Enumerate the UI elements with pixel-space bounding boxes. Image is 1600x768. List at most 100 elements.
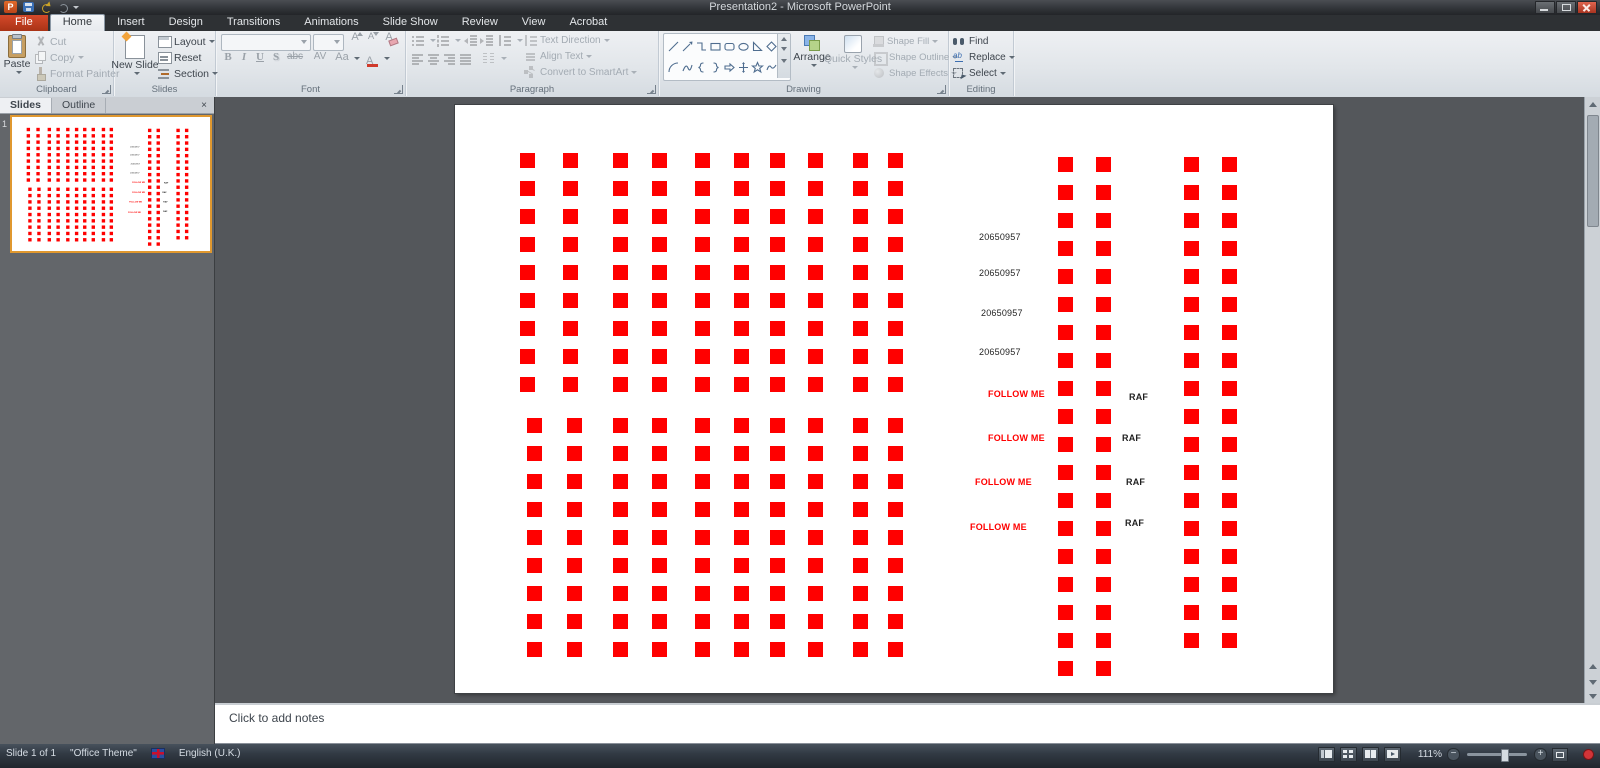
red-square-shape[interactable] bbox=[66, 165, 70, 170]
red-square-shape[interactable] bbox=[695, 502, 710, 517]
red-square-shape[interactable] bbox=[26, 127, 31, 132]
red-square-shape[interactable] bbox=[770, 558, 785, 573]
red-square-shape[interactable] bbox=[652, 153, 667, 168]
red-square-shape[interactable] bbox=[613, 265, 628, 280]
red-square-shape[interactable] bbox=[83, 153, 87, 157]
red-square-shape[interactable] bbox=[56, 134, 60, 138]
red-square-shape[interactable] bbox=[1058, 353, 1073, 368]
red-square-shape[interactable] bbox=[613, 181, 628, 196]
red-square-shape[interactable] bbox=[91, 238, 95, 242]
red-square-shape[interactable] bbox=[91, 140, 95, 144]
red-square-shape[interactable] bbox=[1058, 577, 1073, 592]
red-square-shape[interactable] bbox=[83, 193, 87, 198]
red-square-shape[interactable] bbox=[47, 172, 52, 176]
red-square-shape[interactable] bbox=[695, 530, 710, 545]
shape-rounded-rect-icon[interactable] bbox=[722, 37, 736, 55]
red-square-shape[interactable] bbox=[652, 474, 667, 489]
red-square-shape[interactable] bbox=[28, 212, 32, 217]
red-square-shape[interactable] bbox=[613, 237, 628, 252]
red-square-shape[interactable] bbox=[734, 349, 749, 364]
red-square-shape[interactable] bbox=[888, 293, 903, 308]
red-square-shape[interactable] bbox=[184, 204, 189, 208]
red-square-shape[interactable] bbox=[37, 206, 41, 210]
red-square-shape[interactable] bbox=[74, 206, 79, 210]
slide-text[interactable]: RAF bbox=[163, 201, 167, 203]
close-pane-icon[interactable]: × bbox=[198, 100, 210, 112]
red-square-shape[interactable] bbox=[613, 642, 628, 657]
red-square-shape[interactable] bbox=[1184, 381, 1199, 396]
red-square-shape[interactable] bbox=[28, 231, 32, 236]
red-square-shape[interactable] bbox=[184, 141, 189, 145]
red-square-shape[interactable] bbox=[56, 193, 60, 198]
next-slide-button[interactable] bbox=[1585, 675, 1600, 689]
red-square-shape[interactable] bbox=[652, 530, 667, 545]
red-square-shape[interactable] bbox=[613, 321, 628, 336]
red-square-shape[interactable] bbox=[83, 165, 87, 170]
red-square-shape[interactable] bbox=[652, 446, 667, 461]
red-square-shape[interactable] bbox=[66, 206, 70, 210]
red-square-shape[interactable] bbox=[83, 178, 87, 182]
red-square-shape[interactable] bbox=[1096, 185, 1111, 200]
red-square-shape[interactable] bbox=[91, 212, 95, 217]
red-square-shape[interactable] bbox=[83, 140, 87, 144]
red-square-shape[interactable] bbox=[109, 212, 114, 217]
red-square-shape[interactable] bbox=[853, 474, 868, 489]
new-slide-button[interactable]: New Slide bbox=[111, 33, 159, 75]
slide-text[interactable]: 20650957 bbox=[130, 154, 139, 156]
red-square-shape[interactable] bbox=[1058, 661, 1073, 676]
red-square-shape[interactable] bbox=[37, 200, 41, 204]
slide-text[interactable]: RAF bbox=[163, 210, 167, 212]
red-square-shape[interactable] bbox=[147, 166, 152, 170]
red-square-shape[interactable] bbox=[74, 140, 79, 144]
red-square-shape[interactable] bbox=[147, 242, 152, 246]
red-square-shape[interactable] bbox=[83, 238, 87, 242]
red-square-shape[interactable] bbox=[147, 198, 152, 202]
font-dialog-launcher-icon[interactable] bbox=[394, 85, 403, 94]
red-square-shape[interactable] bbox=[66, 153, 70, 157]
red-square-shape[interactable] bbox=[109, 187, 114, 191]
red-square-shape[interactable] bbox=[1184, 325, 1199, 340]
red-square-shape[interactable] bbox=[91, 225, 95, 229]
red-square-shape[interactable] bbox=[74, 238, 79, 242]
red-square-shape[interactable] bbox=[101, 225, 106, 229]
red-square-shape[interactable] bbox=[101, 193, 106, 198]
red-square-shape[interactable] bbox=[652, 209, 667, 224]
red-square-shape[interactable] bbox=[156, 172, 160, 177]
red-square-shape[interactable] bbox=[83, 159, 87, 163]
red-square-shape[interactable] bbox=[695, 418, 710, 433]
red-square-shape[interactable] bbox=[1184, 605, 1199, 620]
red-square-shape[interactable] bbox=[147, 153, 152, 158]
red-square-shape[interactable] bbox=[28, 200, 32, 204]
red-square-shape[interactable] bbox=[1058, 437, 1073, 452]
clear-formatting-button[interactable]: A bbox=[382, 31, 396, 46]
red-square-shape[interactable] bbox=[184, 166, 189, 170]
red-square-shape[interactable] bbox=[26, 178, 31, 182]
red-square-shape[interactable] bbox=[184, 128, 189, 133]
red-square-shape[interactable] bbox=[101, 231, 106, 236]
justify-button[interactable] bbox=[459, 51, 475, 66]
red-square-shape[interactable] bbox=[56, 127, 60, 132]
slide-text[interactable]: RAF bbox=[1125, 518, 1144, 528]
minimize-button[interactable] bbox=[1535, 1, 1555, 14]
red-square-shape[interactable] bbox=[770, 377, 785, 392]
red-square-shape[interactable] bbox=[1222, 549, 1237, 564]
red-square-shape[interactable] bbox=[176, 229, 180, 234]
red-square-shape[interactable] bbox=[652, 321, 667, 336]
red-square-shape[interactable] bbox=[156, 204, 160, 208]
vertical-scrollbar[interactable] bbox=[1584, 97, 1600, 703]
red-square-shape[interactable] bbox=[56, 172, 60, 176]
red-square-shape[interactable] bbox=[1222, 521, 1237, 536]
scroll-down-button[interactable] bbox=[1585, 689, 1600, 703]
red-square-shape[interactable] bbox=[83, 219, 87, 223]
red-square-shape[interactable] bbox=[734, 209, 749, 224]
close-button[interactable] bbox=[1577, 1, 1597, 14]
red-square-shape[interactable] bbox=[176, 236, 180, 240]
red-square-shape[interactable] bbox=[888, 349, 903, 364]
tab-transitions[interactable]: Transitions bbox=[215, 15, 292, 31]
tab-home[interactable]: Home bbox=[49, 14, 106, 31]
red-square-shape[interactable] bbox=[770, 153, 785, 168]
red-square-shape[interactable] bbox=[56, 225, 60, 229]
red-square-shape[interactable] bbox=[652, 181, 667, 196]
change-case-button[interactable]: Aa bbox=[334, 51, 350, 66]
underline-button[interactable]: U bbox=[253, 51, 267, 66]
